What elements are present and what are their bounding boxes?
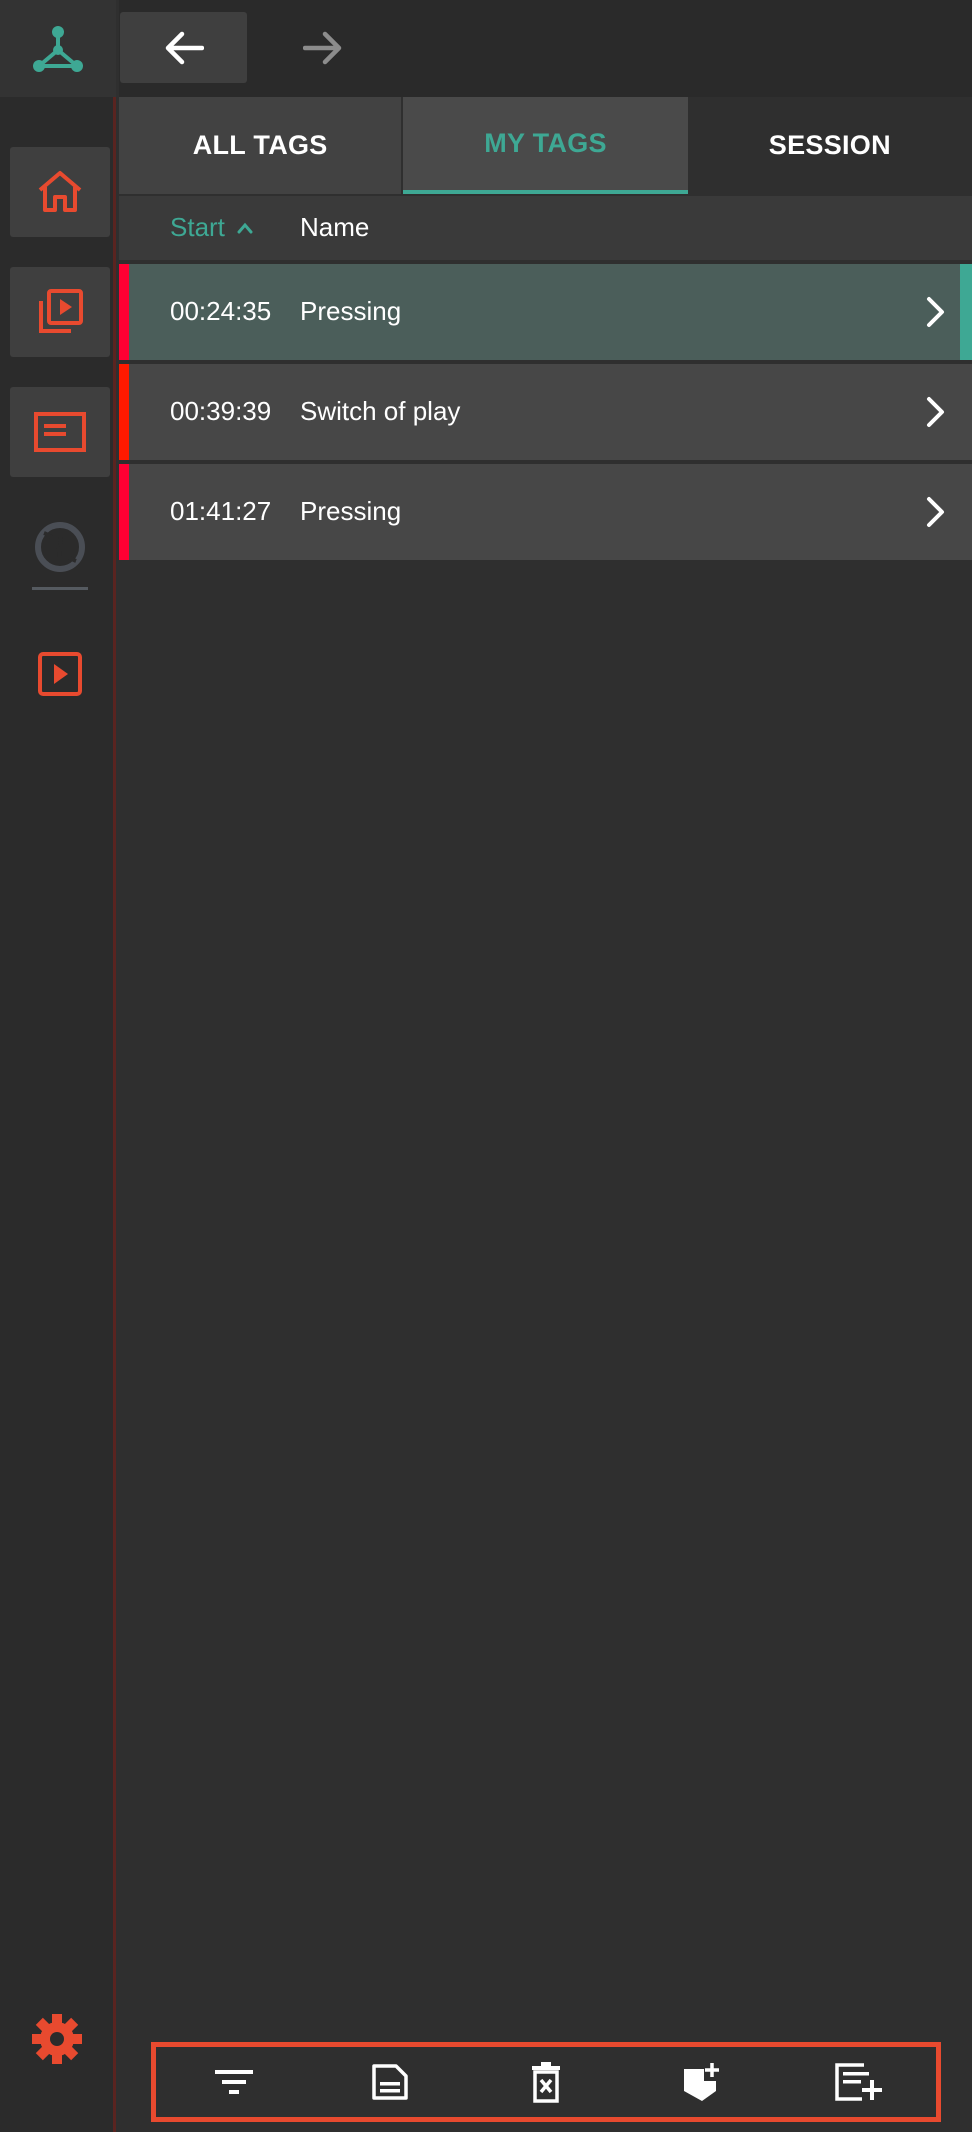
document-button[interactable]: [362, 2054, 418, 2110]
chevron-up-icon: [237, 222, 253, 233]
sidebar-item-panel[interactable]: [10, 387, 110, 477]
tag-color-marker: [119, 264, 129, 360]
chevron-right-icon[interactable]: [924, 294, 948, 330]
tag-time: 00:39:39: [170, 396, 272, 426]
logo-icon: [33, 25, 83, 72]
aperture-icon: [32, 522, 88, 590]
sidebar-item-aperture[interactable]: [10, 510, 110, 600]
delete-button[interactable]: [518, 2054, 574, 2110]
panel-icon: [34, 412, 86, 452]
tab-my-tags[interactable]: MY TAGS: [403, 97, 688, 194]
sidebar-item-home[interactable]: [10, 147, 110, 237]
chevron-right-icon[interactable]: [924, 494, 948, 530]
filter-button[interactable]: [206, 2054, 262, 2110]
sidebar-item-video-library[interactable]: [10, 267, 110, 357]
arrow-left-icon: [165, 31, 204, 64]
delete-icon: [532, 2062, 560, 2103]
add-list-icon: [835, 2063, 882, 2101]
tag-color-marker: [119, 364, 129, 460]
main-panel: ALL TAGS MY TAGS SESSION Start Name 00:2…: [119, 0, 972, 2132]
sidebar-item-play[interactable]: [10, 629, 110, 719]
nav-bar: [119, 0, 972, 97]
column-start-sort[interactable]: Start: [170, 212, 253, 243]
column-start-label: Start: [170, 212, 225, 242]
tab-bar: ALL TAGS MY TAGS SESSION: [119, 97, 972, 194]
tag-time: 01:41:27: [170, 496, 272, 526]
app: ALL TAGS MY TAGS SESSION Start Name 00:2…: [0, 0, 972, 2132]
play-box-icon: [38, 652, 82, 696]
add-tag-button[interactable]: [674, 2054, 730, 2110]
tag-name: Switch of play: [300, 396, 461, 426]
tag-name: Pressing: [300, 496, 402, 526]
tag-list: 00:24:35 Pressing 00:39:39 Switch of pla…: [119, 264, 972, 564]
bottom-toolbar: [151, 2042, 941, 2122]
tag-row[interactable]: 01:41:27 Pressing: [119, 464, 972, 560]
tab-all-tags[interactable]: ALL TAGS: [119, 97, 404, 194]
add-tag-icon: [684, 2063, 719, 2101]
tag-row[interactable]: 00:39:39 Switch of play: [119, 364, 972, 460]
arrow-right-icon: [302, 31, 341, 64]
document-icon: [372, 2064, 408, 2100]
selection-indicator: [960, 264, 972, 360]
chevron-right-icon[interactable]: [924, 394, 948, 430]
filter-icon: [215, 2070, 253, 2094]
logo[interactable]: [0, 0, 116, 97]
column-name-label[interactable]: Name: [300, 212, 369, 243]
home-icon: [38, 171, 82, 212]
gear-icon[interactable]: [30, 2012, 84, 2066]
sidebar: [0, 0, 116, 2132]
tag-time: 00:24:35: [170, 296, 272, 326]
tab-session[interactable]: SESSION: [687, 97, 972, 194]
back-button[interactable]: [120, 12, 247, 83]
forward-button[interactable]: [259, 12, 386, 83]
tag-row[interactable]: 00:24:35 Pressing: [119, 264, 972, 360]
video-library-icon: [39, 289, 83, 333]
tag-color-marker: [119, 464, 129, 560]
column-header: Start Name: [119, 196, 972, 260]
add-list-button[interactable]: [830, 2054, 886, 2110]
tag-name: Pressing: [300, 296, 402, 326]
